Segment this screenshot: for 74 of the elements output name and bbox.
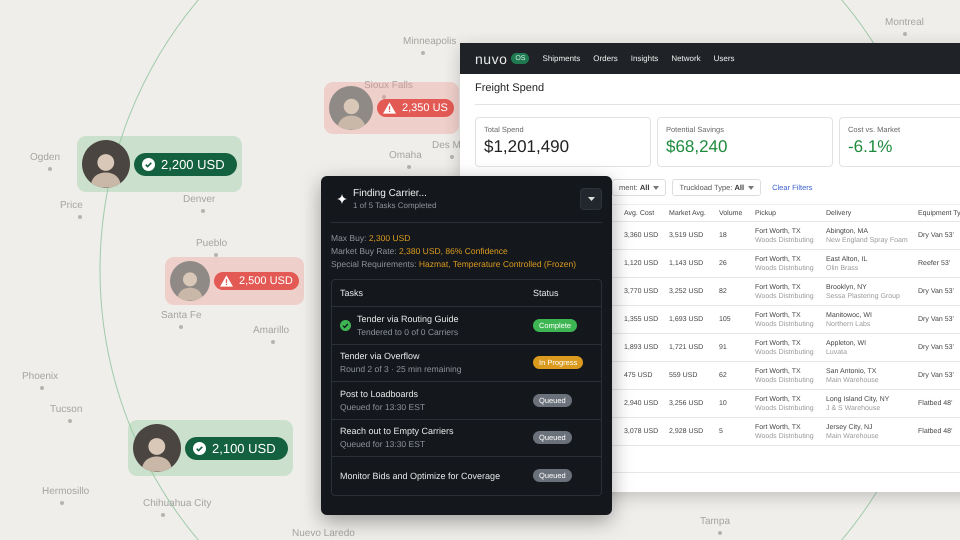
city-dot	[161, 513, 165, 517]
city-dot	[48, 167, 52, 171]
city-dot	[421, 51, 425, 55]
city-dot	[60, 501, 64, 505]
price-badge: 2,350 US	[377, 99, 454, 117]
price-badge: 2,500 USD	[214, 272, 299, 290]
warning-icon	[220, 275, 233, 287]
city-label: Santa Fe	[161, 310, 202, 321]
requirement-text: Market Buy Rate: 2,380 USD, 86% Confidence	[331, 246, 509, 256]
nav-link[interactable]: Users	[714, 54, 735, 63]
city-dot	[903, 32, 907, 36]
city-label: Ogden	[30, 152, 60, 163]
sparkle-icon	[337, 194, 347, 204]
city-label: Tampa	[700, 516, 730, 527]
metric-value: $1,201,490	[484, 137, 570, 157]
brand-logo: nuvo	[475, 50, 508, 66]
city-dot	[382, 95, 386, 99]
city-dot	[214, 253, 218, 257]
city-dot	[78, 215, 82, 219]
caret-icon	[748, 186, 754, 190]
metric-value: $68,240	[666, 137, 728, 157]
column-header: Status	[533, 288, 560, 298]
task-name: Tender via Overflow	[340, 351, 421, 362]
city-label: Hermosillo	[42, 486, 90, 497]
city-dot	[271, 340, 275, 344]
price-badge: 2,100 USD	[185, 436, 288, 460]
nav-link[interactable]: Shipments	[542, 54, 580, 63]
city-dot	[40, 386, 44, 390]
carrier-pin[interactable]: 2,100 USD	[128, 420, 293, 476]
city-label: Nuevo Laredo	[292, 528, 355, 539]
city-dot	[68, 419, 72, 423]
city-dot	[201, 209, 205, 213]
nav-link[interactable]: Network	[671, 54, 701, 63]
collapse-button[interactable]	[580, 188, 602, 210]
nav-link[interactable]: Orders	[593, 54, 618, 63]
nav-link[interactable]: Insights	[630, 54, 658, 63]
caret-icon	[588, 197, 594, 201]
task-name: Post to Loadboards	[340, 388, 420, 399]
city-label: Denver	[183, 194, 216, 205]
page-title: Freight Spend	[475, 74, 960, 105]
warning-icon	[383, 102, 396, 114]
city-label: Amarillo	[253, 325, 290, 336]
carrier-pin[interactable]: 2,500 USD	[165, 257, 304, 305]
city-label: Pueblo	[196, 238, 228, 249]
city-label: Sioux Falls	[364, 80, 413, 91]
task-detail: Queued for 13:30 EST	[340, 439, 426, 450]
requirement-text: Special Requirements: Hazmat, Temperature Controlled (Frozen)	[331, 259, 578, 269]
city-dot	[407, 165, 411, 169]
metric-value: -6.1%	[848, 137, 894, 157]
city-label: Phoenix	[22, 371, 58, 382]
check-circle-icon	[193, 442, 206, 454]
city-dot	[179, 325, 183, 329]
task-name: Reach out to Empty Carriers	[340, 426, 455, 436]
task-detail: Round 2 of 3 · 25 min remaining	[340, 364, 462, 374]
task-detail: Tendered to 0 of 0 Carriers	[357, 326, 460, 337]
task-name: Monitor Bids and Optimize for Coverage	[340, 470, 502, 481]
city-dot	[450, 155, 454, 159]
panel-subtitle: 1 of 5 Tasks Completed	[353, 201, 436, 210]
task-detail: Queued for 13:30 EST	[340, 402, 426, 412]
column-header: Tasks	[340, 288, 364, 298]
carrier-pin[interactable]: 2,200 USD	[77, 136, 242, 192]
check-circle-icon	[142, 158, 155, 170]
price-badge: 2,200 USD	[134, 152, 237, 176]
city-label: Price	[60, 200, 83, 211]
requirement-text: Max Buy: 2,300 USD	[331, 233, 412, 243]
city-label: Tucson	[50, 404, 82, 415]
panel-title: Finding Carrier...	[353, 188, 428, 199]
city-label: Omaha	[389, 150, 422, 161]
task-name: Tender via Routing Guide	[357, 314, 460, 324]
city-label: Montreal	[885, 17, 924, 28]
city-dot	[718, 531, 722, 535]
city-label: Des M	[432, 140, 461, 151]
caret-icon	[653, 186, 660, 190]
city-label: Minneapolis	[403, 36, 456, 47]
